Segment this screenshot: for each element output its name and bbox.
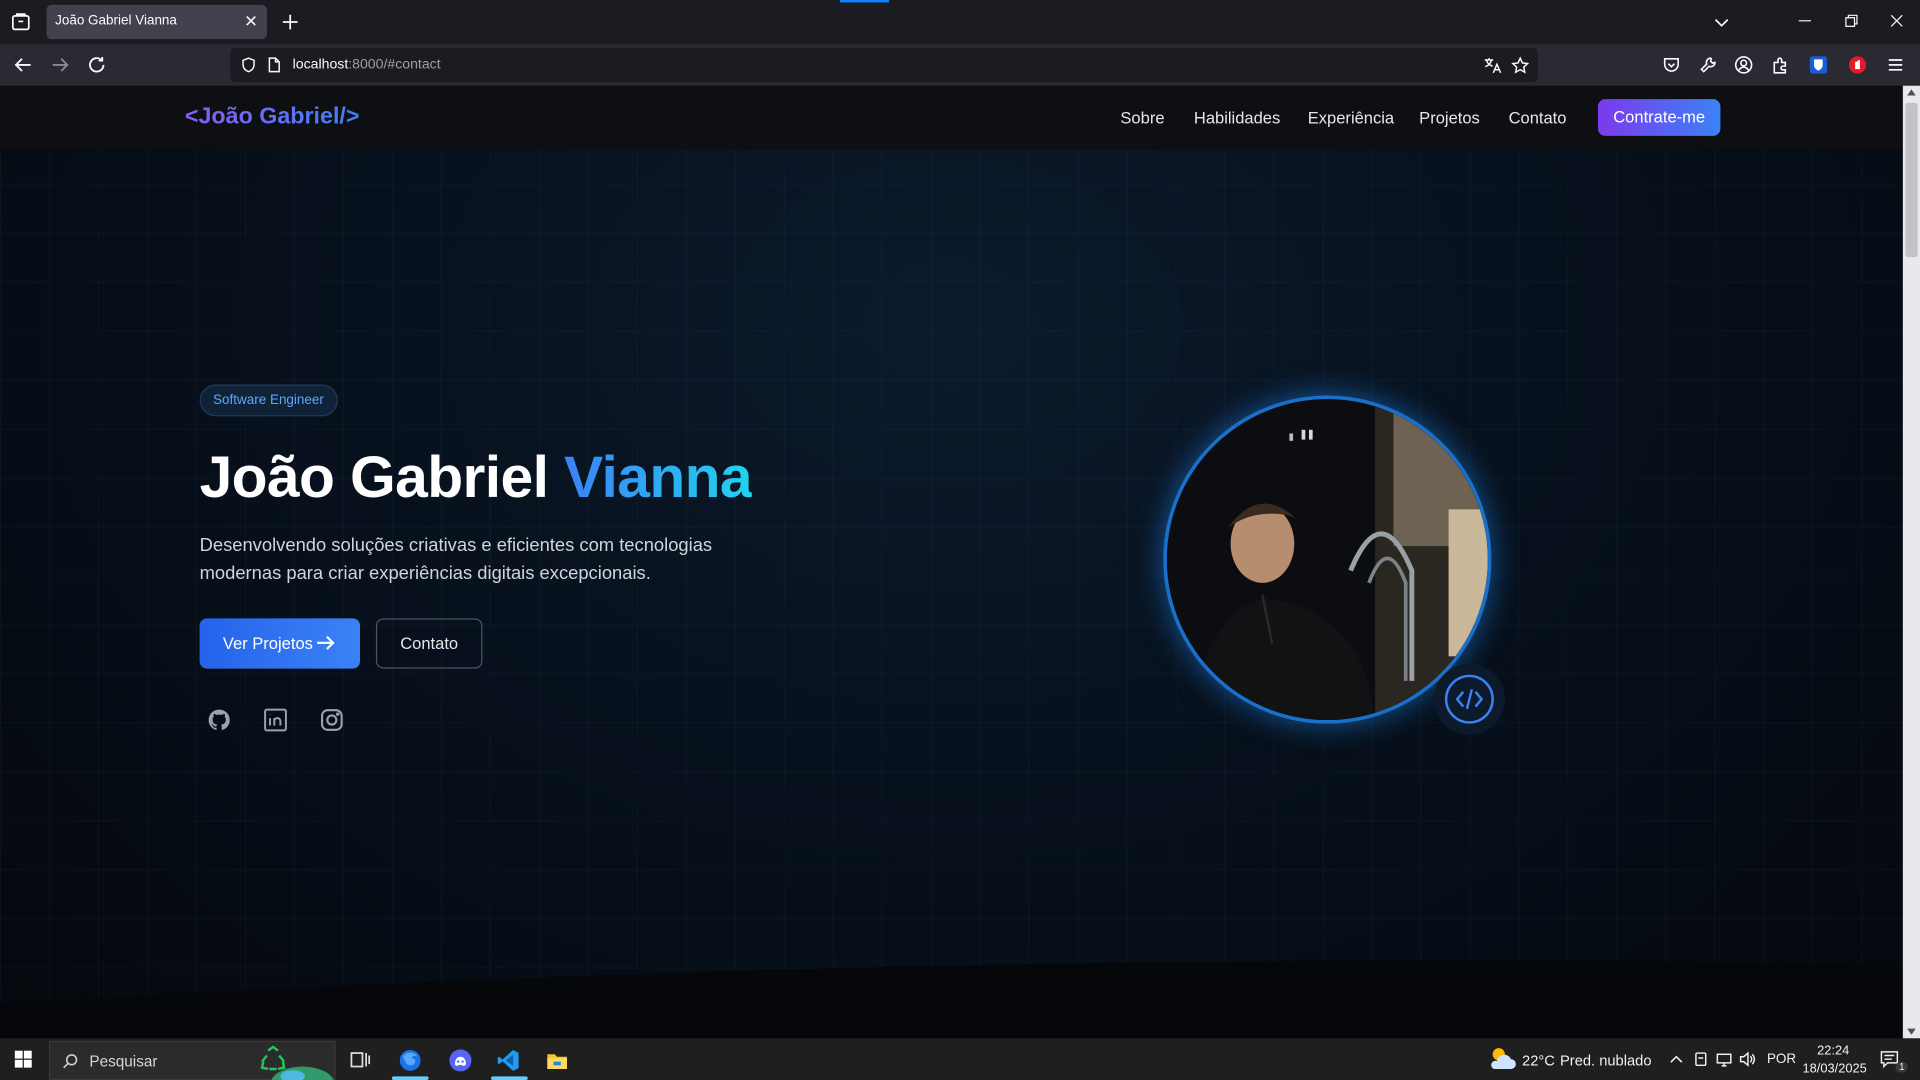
- clock-date[interactable]: 18/03/2025: [1802, 1062, 1866, 1077]
- menu-icon[interactable]: [1886, 55, 1906, 75]
- hero-title: João Gabriel Vianna: [199, 445, 753, 511]
- translate-icon[interactable]: [1483, 56, 1502, 74]
- adblock-icon[interactable]: [1848, 55, 1868, 75]
- url-bar[interactable]: localhost:8000/#contact: [230, 47, 1538, 83]
- code-badge: [1433, 663, 1505, 735]
- star-icon[interactable]: [1511, 56, 1530, 74]
- view-projects-button[interactable]: Ver Projetos: [199, 618, 361, 669]
- vscode-icon[interactable]: [496, 1048, 520, 1072]
- restore-icon[interactable]: [1843, 12, 1860, 29]
- volume-icon[interactable]: [1739, 1051, 1756, 1068]
- scroll-down-icon[interactable]: [1907, 1026, 1917, 1036]
- forward-icon[interactable]: [49, 54, 71, 76]
- nav-link-experiencia[interactable]: Experiência: [1308, 109, 1394, 127]
- pocket-icon[interactable]: [1662, 55, 1682, 75]
- network-icon[interactable]: [1716, 1051, 1733, 1068]
- task-view-icon[interactable]: [348, 1048, 372, 1072]
- chevron-down-icon[interactable]: [1712, 12, 1732, 32]
- reload-icon[interactable]: [86, 54, 108, 76]
- nav-link-habilidades[interactable]: Habilidades: [1194, 109, 1280, 127]
- file-explorer-icon[interactable]: [545, 1048, 569, 1072]
- account-icon[interactable]: [1734, 55, 1754, 75]
- contact-button[interactable]: Contato: [375, 618, 483, 669]
- site-header: <João Gabriel/> Sobre Habilidades Experi…: [0, 85, 1903, 150]
- clock-time[interactable]: 22:24: [1817, 1043, 1849, 1058]
- wrench-icon[interactable]: [1698, 55, 1718, 75]
- linkedin-icon[interactable]: [263, 708, 287, 732]
- arrow-right-icon: [317, 635, 335, 650]
- nav-link-contato[interactable]: Contato: [1509, 109, 1567, 127]
- section-divider-wave: [0, 960, 1903, 1039]
- discord-icon[interactable]: [448, 1048, 472, 1072]
- input-language[interactable]: POR: [1767, 1052, 1796, 1067]
- role-badge: Software Engineer: [199, 384, 338, 417]
- taskbar: Pesquisar 22°C Pred. nublado POR 22:24 1…: [0, 1038, 1920, 1080]
- search-icon: [63, 1054, 78, 1069]
- page-icon[interactable]: [267, 56, 282, 73]
- browser-tab-active[interactable]: João Gabriel Vianna: [46, 4, 267, 40]
- instagram-icon[interactable]: [320, 708, 344, 732]
- code-icon: [1455, 689, 1483, 710]
- loading-indicator: [840, 0, 889, 3]
- weather-cloud-icon: [1491, 1048, 1516, 1069]
- search-placeholder: Pesquisar: [89, 1053, 158, 1071]
- view-projects-label: Ver Projetos: [222, 634, 313, 653]
- hire-me-button[interactable]: Contrate-me: [1597, 99, 1721, 136]
- close-window-icon[interactable]: [1888, 12, 1905, 29]
- vscode-active-indicator: [491, 1076, 528, 1080]
- minimize-icon[interactable]: [1796, 12, 1813, 29]
- scroll-up-icon[interactable]: [1907, 88, 1917, 98]
- webpage: <João Gabriel/> Sobre Habilidades Experi…: [0, 85, 1903, 1039]
- hero-description: Desenvolvendo soluções criativas e efici…: [199, 535, 713, 585]
- back-icon[interactable]: [12, 54, 34, 76]
- browser-tab-bar: João Gabriel Vianna: [0, 0, 1920, 45]
- plus-icon[interactable]: [279, 11, 301, 33]
- tab-title: João Gabriel Vianna: [55, 13, 177, 29]
- meet-now-icon[interactable]: [1692, 1051, 1709, 1068]
- weather-description[interactable]: Pred. nublado: [1560, 1052, 1652, 1069]
- weather-temperature[interactable]: 22°C: [1522, 1052, 1555, 1069]
- nav-link-sobre[interactable]: Sobre: [1120, 109, 1164, 127]
- firefox-icon[interactable]: [398, 1048, 422, 1072]
- extensions-icon[interactable]: [1771, 55, 1791, 75]
- page-scrollbar[interactable]: [1902, 85, 1920, 1039]
- site-logo[interactable]: <João Gabriel/>: [185, 104, 360, 131]
- nav-link-projetos[interactable]: Projetos: [1419, 109, 1480, 127]
- url-text[interactable]: localhost:8000/#contact: [293, 58, 441, 73]
- scroll-thumb[interactable]: [1905, 102, 1918, 258]
- windows-start-icon[interactable]: [14, 1050, 32, 1068]
- bitwarden-icon[interactable]: [1809, 55, 1829, 75]
- globe-decoration: [271, 1066, 334, 1080]
- chevron-up-icon[interactable]: [1668, 1051, 1685, 1068]
- tab-list-icon[interactable]: [10, 11, 32, 33]
- taskbar-search[interactable]: Pesquisar: [48, 1040, 336, 1080]
- close-icon[interactable]: [242, 12, 259, 29]
- shield-icon[interactable]: [240, 56, 257, 73]
- firefox-active-indicator: [391, 1076, 429, 1080]
- notification-count: 1: [1895, 1061, 1909, 1073]
- browser-toolbar: localhost:8000/#contact: [0, 44, 1920, 86]
- github-icon[interactable]: [207, 708, 231, 732]
